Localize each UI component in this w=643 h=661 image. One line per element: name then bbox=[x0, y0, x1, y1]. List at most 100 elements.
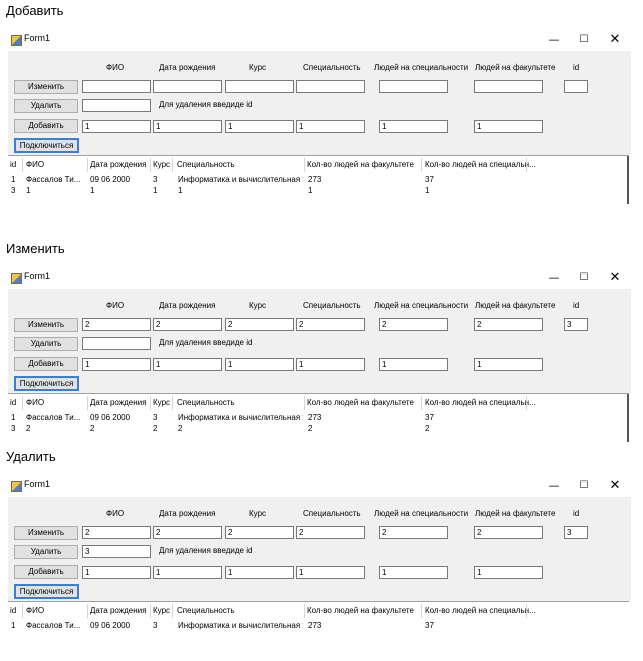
course-field[interactable] bbox=[225, 80, 294, 93]
cell-spc[interactable]: 37 bbox=[425, 175, 434, 184]
add-course-field[interactable]: 1 bbox=[225, 566, 294, 579]
maximize-icon[interactable]: ☐ bbox=[570, 475, 598, 497]
course-field[interactable]: 2 bbox=[225, 318, 294, 331]
grid-header-id[interactable]: id bbox=[10, 398, 16, 407]
grid-header-id[interactable]: id bbox=[10, 606, 16, 615]
grid-header-spec[interactable]: Специальность bbox=[177, 160, 235, 169]
add-fio-field[interactable]: 1 bbox=[82, 566, 151, 579]
cell-spec[interactable]: 1 bbox=[178, 186, 303, 195]
dob-field[interactable]: 2 bbox=[153, 318, 222, 331]
grid-header-spec[interactable]: Специальность bbox=[177, 398, 235, 407]
cell-spc[interactable]: 1 bbox=[425, 186, 429, 195]
edit-button[interactable]: Изменить bbox=[14, 80, 78, 94]
add-people-spec-field[interactable]: 1 bbox=[379, 566, 448, 579]
fio-field[interactable] bbox=[82, 80, 151, 93]
add-people-fac-field[interactable]: 1 bbox=[474, 566, 543, 579]
add-button[interactable]: Добавить bbox=[14, 119, 78, 133]
grid-header-fac[interactable]: Кол-во людей на факультете bbox=[307, 398, 414, 407]
delete-button[interactable]: Удалить bbox=[14, 99, 78, 113]
id-field[interactable]: 3 bbox=[564, 526, 588, 539]
edit-button[interactable]: Изменить bbox=[14, 526, 78, 540]
add-button[interactable]: Добавить bbox=[14, 565, 78, 579]
data-grid[interactable]: id ФИО Дата рождения Курс Специальность … bbox=[8, 155, 629, 204]
grid-header-course[interactable]: Курс bbox=[153, 606, 170, 615]
cell-fac[interactable]: 1 bbox=[308, 186, 312, 195]
add-people-fac-field[interactable]: 1 bbox=[474, 120, 543, 133]
add-course-field[interactable]: 1 bbox=[225, 120, 294, 133]
cell-dob[interactable]: 1 bbox=[90, 186, 94, 195]
delete-id-field[interactable]: 3 bbox=[82, 545, 151, 558]
cell-course[interactable]: 1 bbox=[153, 186, 157, 195]
id-field[interactable]: 3 bbox=[564, 318, 588, 331]
data-grid[interactable]: id ФИО Дата рождения Курс Специальность … bbox=[8, 393, 629, 442]
connect-button[interactable]: Подключиться bbox=[14, 138, 79, 153]
grid-header-dob[interactable]: Дата рождения bbox=[90, 160, 146, 169]
cell-dob[interactable]: 09 06 2000 bbox=[90, 175, 130, 184]
people-spec-field[interactable] bbox=[379, 80, 448, 93]
people-spec-field[interactable]: 2 bbox=[379, 318, 448, 331]
grid-header-dob[interactable]: Дата рождения bbox=[90, 606, 146, 615]
cell-fac[interactable]: 2 bbox=[308, 424, 312, 433]
cell-fio[interactable]: 1 bbox=[26, 186, 86, 195]
cell-spec[interactable]: Информатика и вычислительная т... bbox=[178, 413, 303, 422]
delete-button[interactable]: Удалить bbox=[14, 337, 78, 351]
cell-spc[interactable]: 2 bbox=[425, 424, 429, 433]
minimize-icon[interactable]: — bbox=[540, 267, 568, 289]
maximize-icon[interactable]: ☐ bbox=[570, 29, 598, 51]
delete-id-field[interactable] bbox=[82, 337, 151, 350]
cell-id[interactable]: 1 bbox=[11, 175, 15, 184]
cell-course[interactable]: 3 bbox=[153, 175, 157, 184]
connect-button[interactable]: Подключиться bbox=[14, 376, 79, 391]
maximize-icon[interactable]: ☐ bbox=[570, 267, 598, 289]
cell-dob[interactable]: 09 06 2000 bbox=[90, 413, 130, 422]
dob-field[interactable] bbox=[153, 80, 222, 93]
cell-fac[interactable]: 273 bbox=[308, 175, 321, 184]
people-fac-field[interactable]: 2 bbox=[474, 526, 543, 539]
add-button[interactable]: Добавить bbox=[14, 357, 78, 371]
cell-id[interactable]: 1 bbox=[11, 621, 15, 630]
grid-header-fio[interactable]: ФИО bbox=[26, 160, 44, 169]
data-grid[interactable]: id ФИО Дата рождения Курс Специальность … bbox=[8, 601, 629, 658]
edit-button[interactable]: Изменить bbox=[14, 318, 78, 332]
cell-spec[interactable]: 2 bbox=[178, 424, 303, 433]
cell-id[interactable]: 1 bbox=[11, 413, 15, 422]
grid-header-spec[interactable]: Специальность bbox=[177, 606, 235, 615]
cell-fac[interactable]: 273 bbox=[308, 413, 321, 422]
close-icon[interactable]: ✕ bbox=[601, 267, 629, 289]
fio-field[interactable]: 2 bbox=[82, 318, 151, 331]
add-spec-field[interactable]: 1 bbox=[296, 120, 365, 133]
cell-spec[interactable]: Информатика и вычислительная т... bbox=[178, 621, 303, 630]
grid-header-fio[interactable]: ФИО bbox=[26, 398, 44, 407]
minimize-icon[interactable]: — bbox=[540, 29, 568, 51]
add-dob-field[interactable]: 1 bbox=[153, 120, 222, 133]
cell-fio[interactable]: Фассалов Ти... bbox=[26, 175, 86, 184]
cell-course[interactable]: 2 bbox=[153, 424, 157, 433]
close-icon[interactable]: ✕ bbox=[601, 475, 629, 497]
dob-field[interactable]: 2 bbox=[153, 526, 222, 539]
add-people-spec-field[interactable]: 1 bbox=[379, 120, 448, 133]
id-field[interactable] bbox=[564, 80, 588, 93]
add-course-field[interactable]: 1 bbox=[225, 358, 294, 371]
add-spec-field[interactable]: 1 bbox=[296, 358, 365, 371]
cell-dob[interactable]: 2 bbox=[90, 424, 94, 433]
fio-field[interactable]: 2 bbox=[82, 526, 151, 539]
grid-header-spc[interactable]: Кол-во людей на специальн... bbox=[425, 398, 536, 407]
grid-header-fac[interactable]: Кол-во людей на факультете bbox=[307, 160, 414, 169]
close-icon[interactable]: ✕ bbox=[601, 29, 629, 51]
grid-header-fac[interactable]: Кол-во людей на факультете bbox=[307, 606, 414, 615]
cell-spc[interactable]: 37 bbox=[425, 413, 434, 422]
grid-header-id[interactable]: id bbox=[10, 160, 16, 169]
grid-header-dob[interactable]: Дата рождения bbox=[90, 398, 146, 407]
add-fio-field[interactable]: 1 bbox=[82, 120, 151, 133]
cell-fio[interactable]: Фассалов Ти... bbox=[26, 413, 86, 422]
cell-fio[interactable]: 2 bbox=[26, 424, 86, 433]
spec-field[interactable]: 2 bbox=[296, 526, 365, 539]
add-fio-field[interactable]: 1 bbox=[82, 358, 151, 371]
delete-button[interactable]: Удалить bbox=[14, 545, 78, 559]
grid-header-course[interactable]: Курс bbox=[153, 160, 170, 169]
delete-id-field[interactable] bbox=[82, 99, 151, 112]
cell-id[interactable]: 3 bbox=[11, 186, 15, 195]
grid-header-spc[interactable]: Кол-во людей на специальн... bbox=[425, 160, 536, 169]
add-dob-field[interactable]: 1 bbox=[153, 358, 222, 371]
minimize-icon[interactable]: — bbox=[540, 475, 568, 497]
